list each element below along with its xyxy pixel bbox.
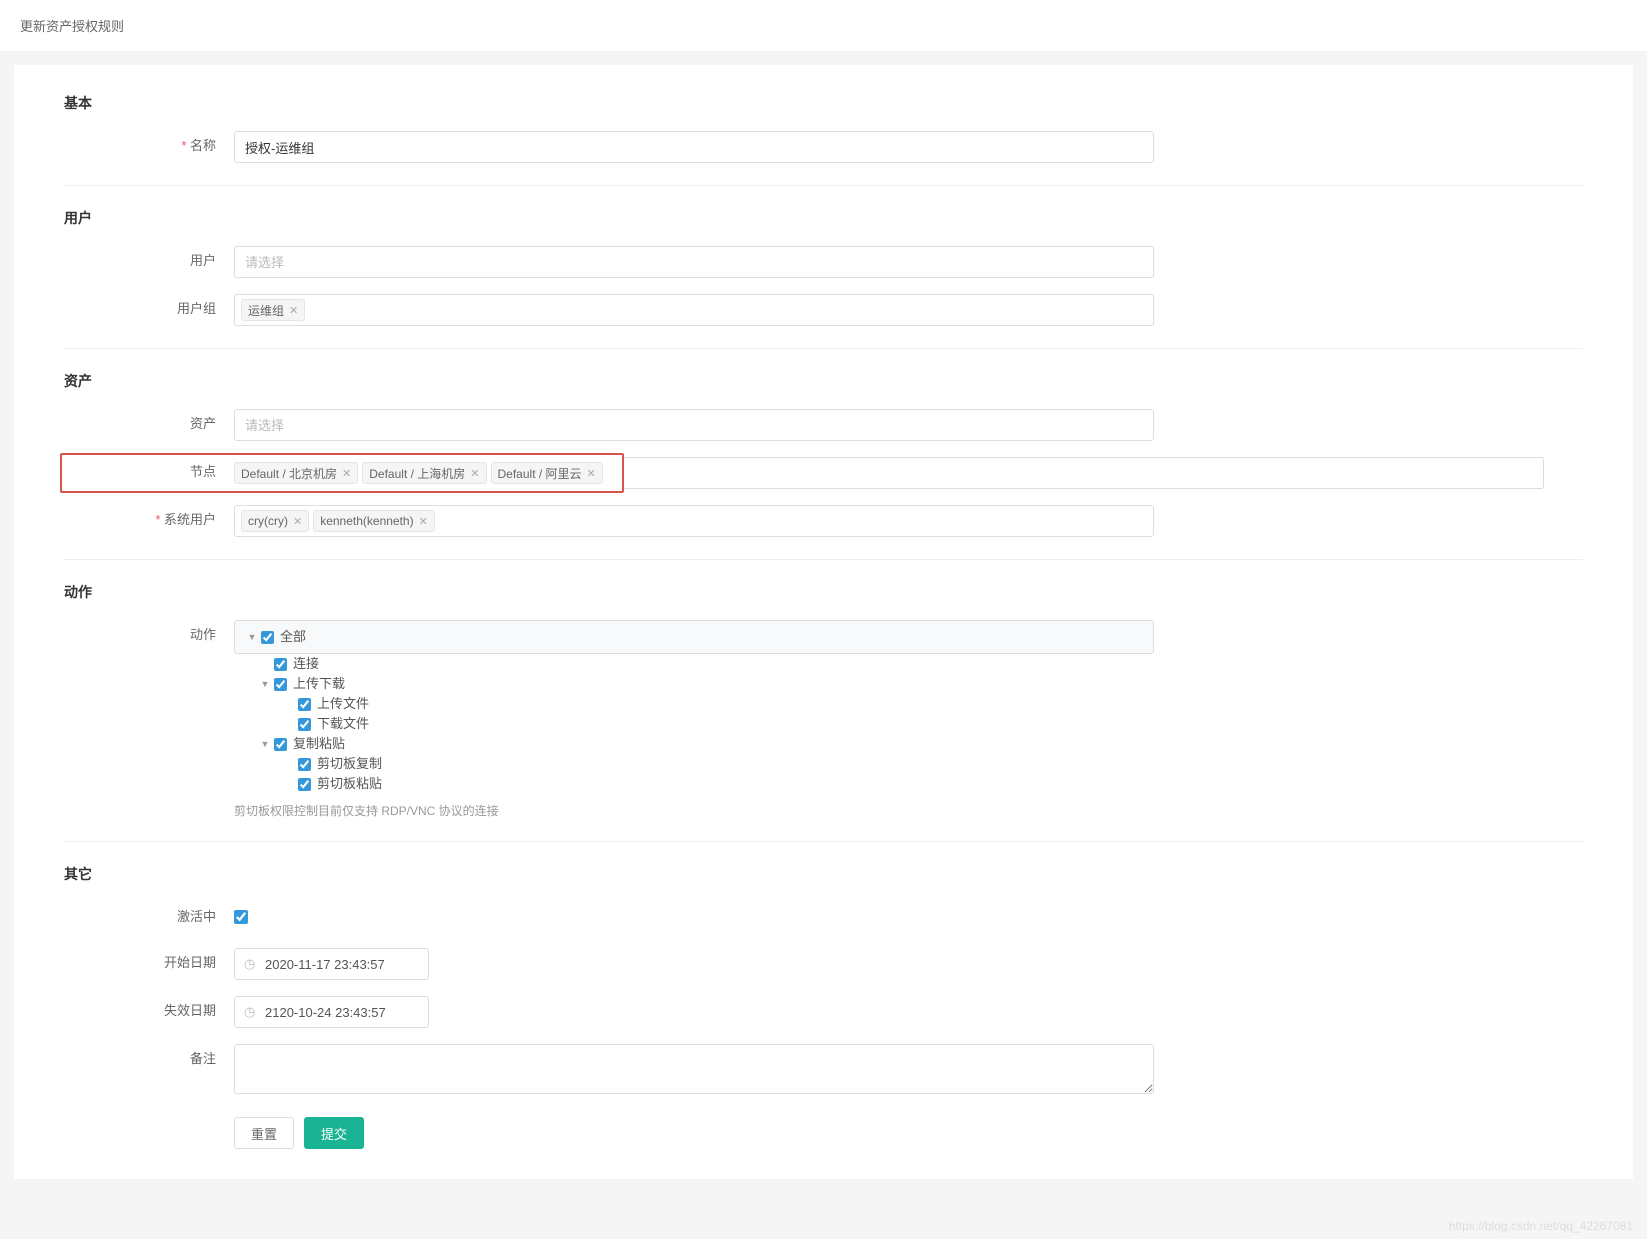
- checkbox-updownload[interactable]: [274, 678, 287, 691]
- tree-node-clippaste[interactable]: 剪切板粘贴: [282, 774, 1154, 794]
- tag-node[interactable]: Default / 阿里云✕: [491, 462, 603, 484]
- label-usergroup: 用户组: [64, 294, 234, 324]
- main-form-card: 基本 名称 用户 用户 用户组 运维组 ✕ 资产 资产: [14, 65, 1633, 1179]
- divider: [64, 185, 1583, 186]
- chevron-down-icon[interactable]: ▼: [258, 734, 272, 754]
- label-node: 节点: [64, 457, 234, 489]
- startdate-input[interactable]: ◷ 2020-11-17 23:43:57: [234, 948, 429, 980]
- highlight-node: 节点 Default / 北京机房✕ Default / 上海机房✕ Defau…: [60, 453, 624, 493]
- checkbox-connect[interactable]: [274, 658, 287, 671]
- close-icon[interactable]: ✕: [470, 467, 479, 480]
- label-name: 名称: [64, 131, 234, 161]
- label-enddate: 失效日期: [64, 996, 234, 1026]
- tree-node-clipcopy[interactable]: 剪切板复制: [282, 754, 1154, 774]
- clock-icon: ◷: [244, 1004, 255, 1020]
- tag-sysuser[interactable]: kenneth(kenneth)✕: [313, 510, 435, 532]
- enddate-input[interactable]: ◷ 2120-10-24 23:43:57: [234, 996, 429, 1028]
- tag-usergroup[interactable]: 运维组 ✕: [241, 299, 305, 321]
- checkbox-clipboard[interactable]: [274, 738, 287, 751]
- submit-button[interactable]: 提交: [304, 1117, 364, 1149]
- section-action-title: 动作: [64, 582, 1583, 602]
- row-action: 动作 ▼ 全部 连接 ▼ 上传下载: [64, 620, 1583, 819]
- label-startdate: 开始日期: [64, 948, 234, 978]
- sysuser-select[interactable]: cry(cry)✕ kenneth(kenneth)✕: [234, 505, 1154, 537]
- row-asset: 资产: [64, 409, 1583, 441]
- tag-node[interactable]: Default / 上海机房✕: [362, 462, 486, 484]
- checkbox-clipcopy[interactable]: [298, 758, 311, 771]
- tree-node-connect[interactable]: 连接: [258, 654, 1154, 674]
- row-enddate: 失效日期 ◷ 2120-10-24 23:43:57: [64, 996, 1583, 1028]
- asset-select[interactable]: [234, 409, 1154, 441]
- node-select-rest[interactable]: [624, 457, 1544, 489]
- label-action: 动作: [64, 620, 234, 650]
- page-title: 更新资产授权规则: [20, 19, 124, 34]
- checkbox-download[interactable]: [298, 718, 311, 731]
- row-user: 用户: [64, 246, 1583, 278]
- close-icon[interactable]: ✕: [342, 467, 351, 480]
- tag-node[interactable]: Default / 北京机房✕: [234, 462, 358, 484]
- node-select-inner[interactable]: Default / 北京机房✕ Default / 上海机房✕ Default …: [234, 457, 620, 489]
- clock-icon: ◷: [244, 956, 255, 972]
- close-icon[interactable]: ✕: [587, 467, 596, 480]
- section-asset-title: 资产: [64, 371, 1583, 391]
- divider: [64, 348, 1583, 349]
- tree-node-clipboard[interactable]: ▼ 复制粘贴: [258, 734, 1154, 754]
- checkbox-clippaste[interactable]: [298, 778, 311, 791]
- row-active: 激活中: [64, 902, 1583, 932]
- divider: [64, 841, 1583, 842]
- row-startdate: 开始日期 ◷ 2020-11-17 23:43:57: [64, 948, 1583, 980]
- tree-node-upload[interactable]: 上传文件: [282, 694, 1154, 714]
- row-name: 名称: [64, 131, 1583, 163]
- close-icon[interactable]: ✕: [419, 515, 428, 528]
- tree-node-download[interactable]: 下载文件: [282, 714, 1154, 734]
- row-node: 节点 Default / 北京机房✕ Default / 上海机房✕ Defau…: [64, 457, 1583, 489]
- label-user: 用户: [64, 246, 234, 276]
- label-active: 激活中: [64, 902, 234, 932]
- remark-textarea[interactable]: [234, 1044, 1154, 1094]
- row-usergroup: 用户组 运维组 ✕: [64, 294, 1583, 326]
- chevron-down-icon[interactable]: ▼: [245, 627, 259, 647]
- label-asset: 资产: [64, 409, 234, 439]
- label-remark: 备注: [64, 1044, 234, 1074]
- row-remark: 备注: [64, 1044, 1583, 1097]
- chevron-down-icon[interactable]: ▼: [258, 674, 272, 694]
- tree-node-all[interactable]: ▼ 全部: [245, 627, 1143, 647]
- close-icon[interactable]: ✕: [289, 304, 298, 317]
- action-tree: ▼ 全部: [234, 620, 1154, 654]
- watermark-text: https://blog.csdn.net/qq_42267081: [1449, 1219, 1633, 1233]
- section-user-title: 用户: [64, 208, 1583, 228]
- divider: [64, 559, 1583, 560]
- row-sysuser: 系统用户 cry(cry)✕ kenneth(kenneth)✕: [64, 505, 1583, 537]
- page-header: 更新资产授权规则: [0, 0, 1647, 51]
- section-other-title: 其它: [64, 864, 1583, 884]
- tag-sysuser[interactable]: cry(cry)✕: [241, 510, 309, 532]
- active-checkbox[interactable]: [234, 910, 248, 924]
- close-icon[interactable]: ✕: [293, 515, 302, 528]
- tree-node-updownload[interactable]: ▼ 上传下载: [258, 674, 1154, 694]
- button-row: 重置 提交: [234, 1117, 1583, 1149]
- action-help-text: 剪切板权限控制目前仅支持 RDP/VNC 协议的连接: [234, 802, 1154, 819]
- label-sysuser: 系统用户: [64, 505, 234, 535]
- tag-label: 运维组: [248, 302, 284, 319]
- reset-button[interactable]: 重置: [234, 1117, 294, 1149]
- section-basic-title: 基本: [64, 93, 1583, 113]
- checkbox-upload[interactable]: [298, 698, 311, 711]
- checkbox-all[interactable]: [261, 631, 274, 644]
- name-input[interactable]: [234, 131, 1154, 163]
- user-select[interactable]: [234, 246, 1154, 278]
- usergroup-select[interactable]: 运维组 ✕: [234, 294, 1154, 326]
